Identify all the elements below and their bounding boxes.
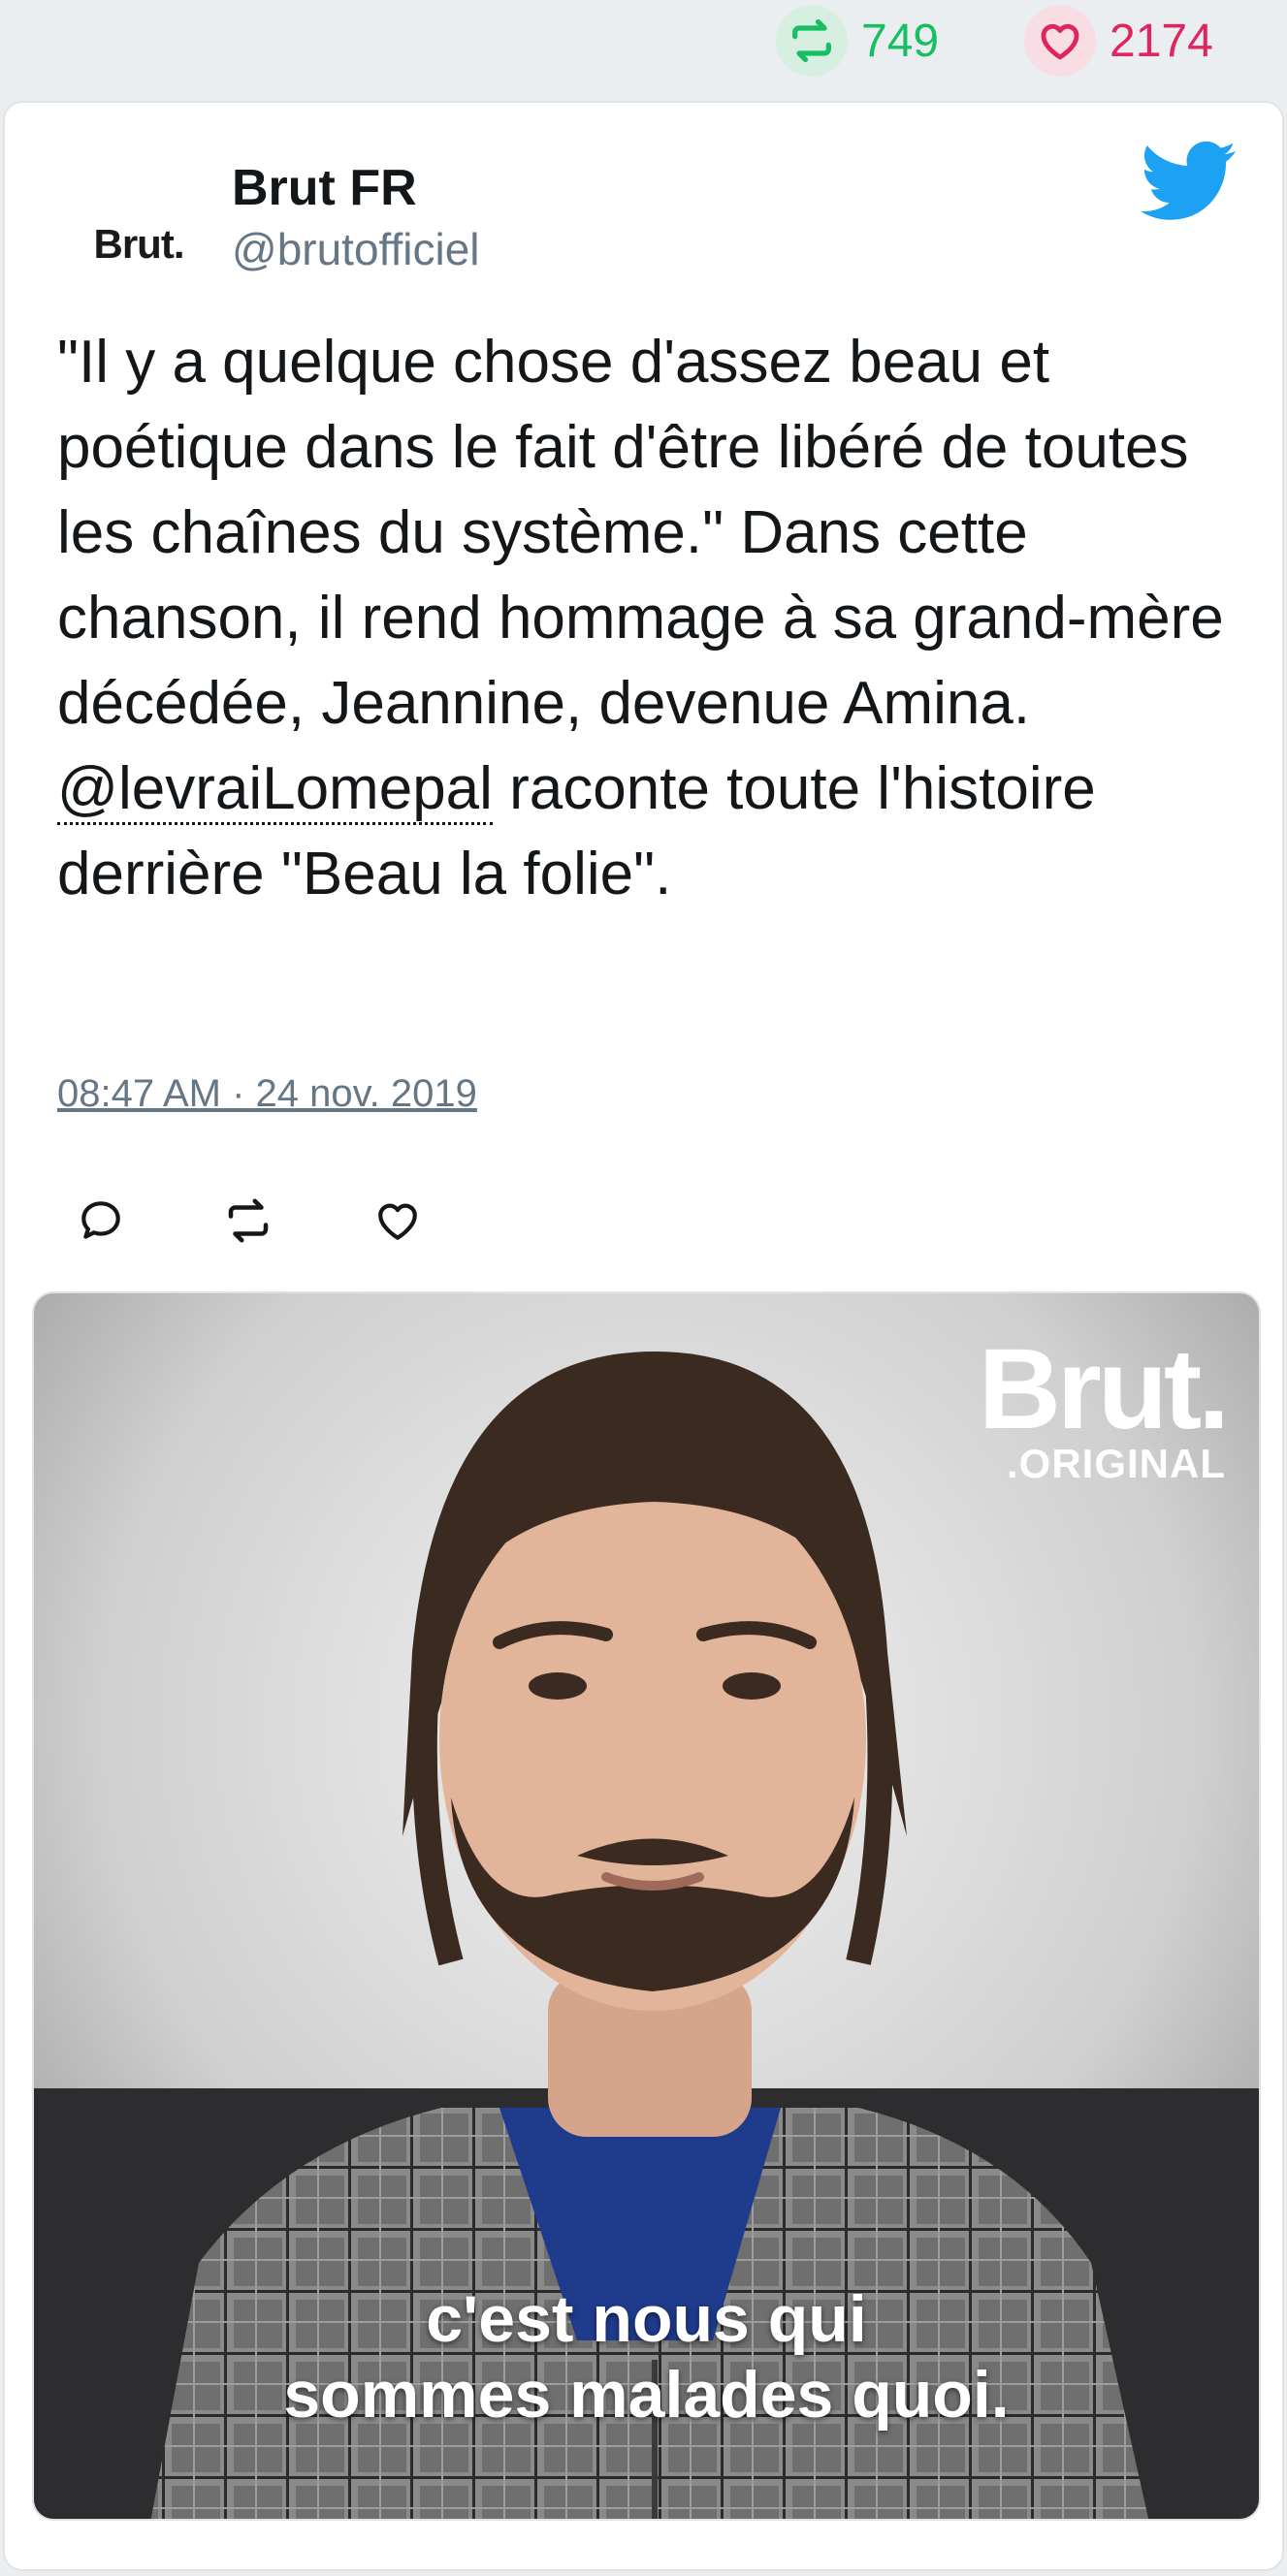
tweet-timestamp[interactable]: 08:47 AM · 24 nov. 2019 bbox=[57, 1072, 477, 1116]
brut-logo-text: Brut. bbox=[978, 1325, 1230, 1453]
heart-icon bbox=[378, 1203, 417, 1240]
brut-original-logo: Brut. .ORIGINAL bbox=[978, 1325, 1230, 1486]
tweet-media-video[interactable]: Brut. .ORIGINAL c'est nous qui sommes ma… bbox=[32, 1291, 1261, 2521]
like-count-value: 2174 bbox=[1110, 15, 1213, 67]
engagement-stats: 749 2174 bbox=[0, 0, 1287, 97]
avatar-logo-text: Brut. bbox=[93, 221, 185, 267]
reply-button[interactable] bbox=[67, 1187, 135, 1255]
reply-icon bbox=[81, 1201, 120, 1239]
retweet-count-value: 749 bbox=[861, 15, 940, 67]
author-handle[interactable]: @brutofficiel bbox=[232, 223, 480, 275]
video-subtitle-line-2: sommes malades quoi. bbox=[283, 2358, 1010, 2432]
retweet-icon bbox=[776, 5, 848, 77]
tweet-text-body: "Il y a quelque chose d'assez beau et po… bbox=[57, 329, 1224, 737]
heart-icon bbox=[1024, 5, 1096, 77]
author-name[interactable]: Brut FR bbox=[232, 159, 417, 217]
avatar[interactable]: Brut. bbox=[79, 184, 199, 304]
like-button[interactable] bbox=[364, 1187, 432, 1255]
like-count[interactable]: 2174 bbox=[1024, 5, 1213, 77]
tweet-text: "Il y a quelque chose d'assez beau et po… bbox=[57, 320, 1240, 917]
mention-link[interactable]: @levraiLomepal bbox=[57, 755, 493, 825]
tweet-card: Brut. Brut FR @brutofficiel "Il y a quel… bbox=[3, 101, 1284, 2571]
retweet-button[interactable] bbox=[214, 1187, 282, 1255]
twitter-bird-icon[interactable] bbox=[1140, 142, 1237, 221]
video-subtitle-line-1: c'est nous qui bbox=[426, 2282, 867, 2356]
retweet-icon bbox=[228, 1198, 269, 1243]
retweet-count[interactable]: 749 bbox=[776, 5, 940, 77]
original-logo-text: .ORIGINAL bbox=[1007, 1441, 1226, 1486]
